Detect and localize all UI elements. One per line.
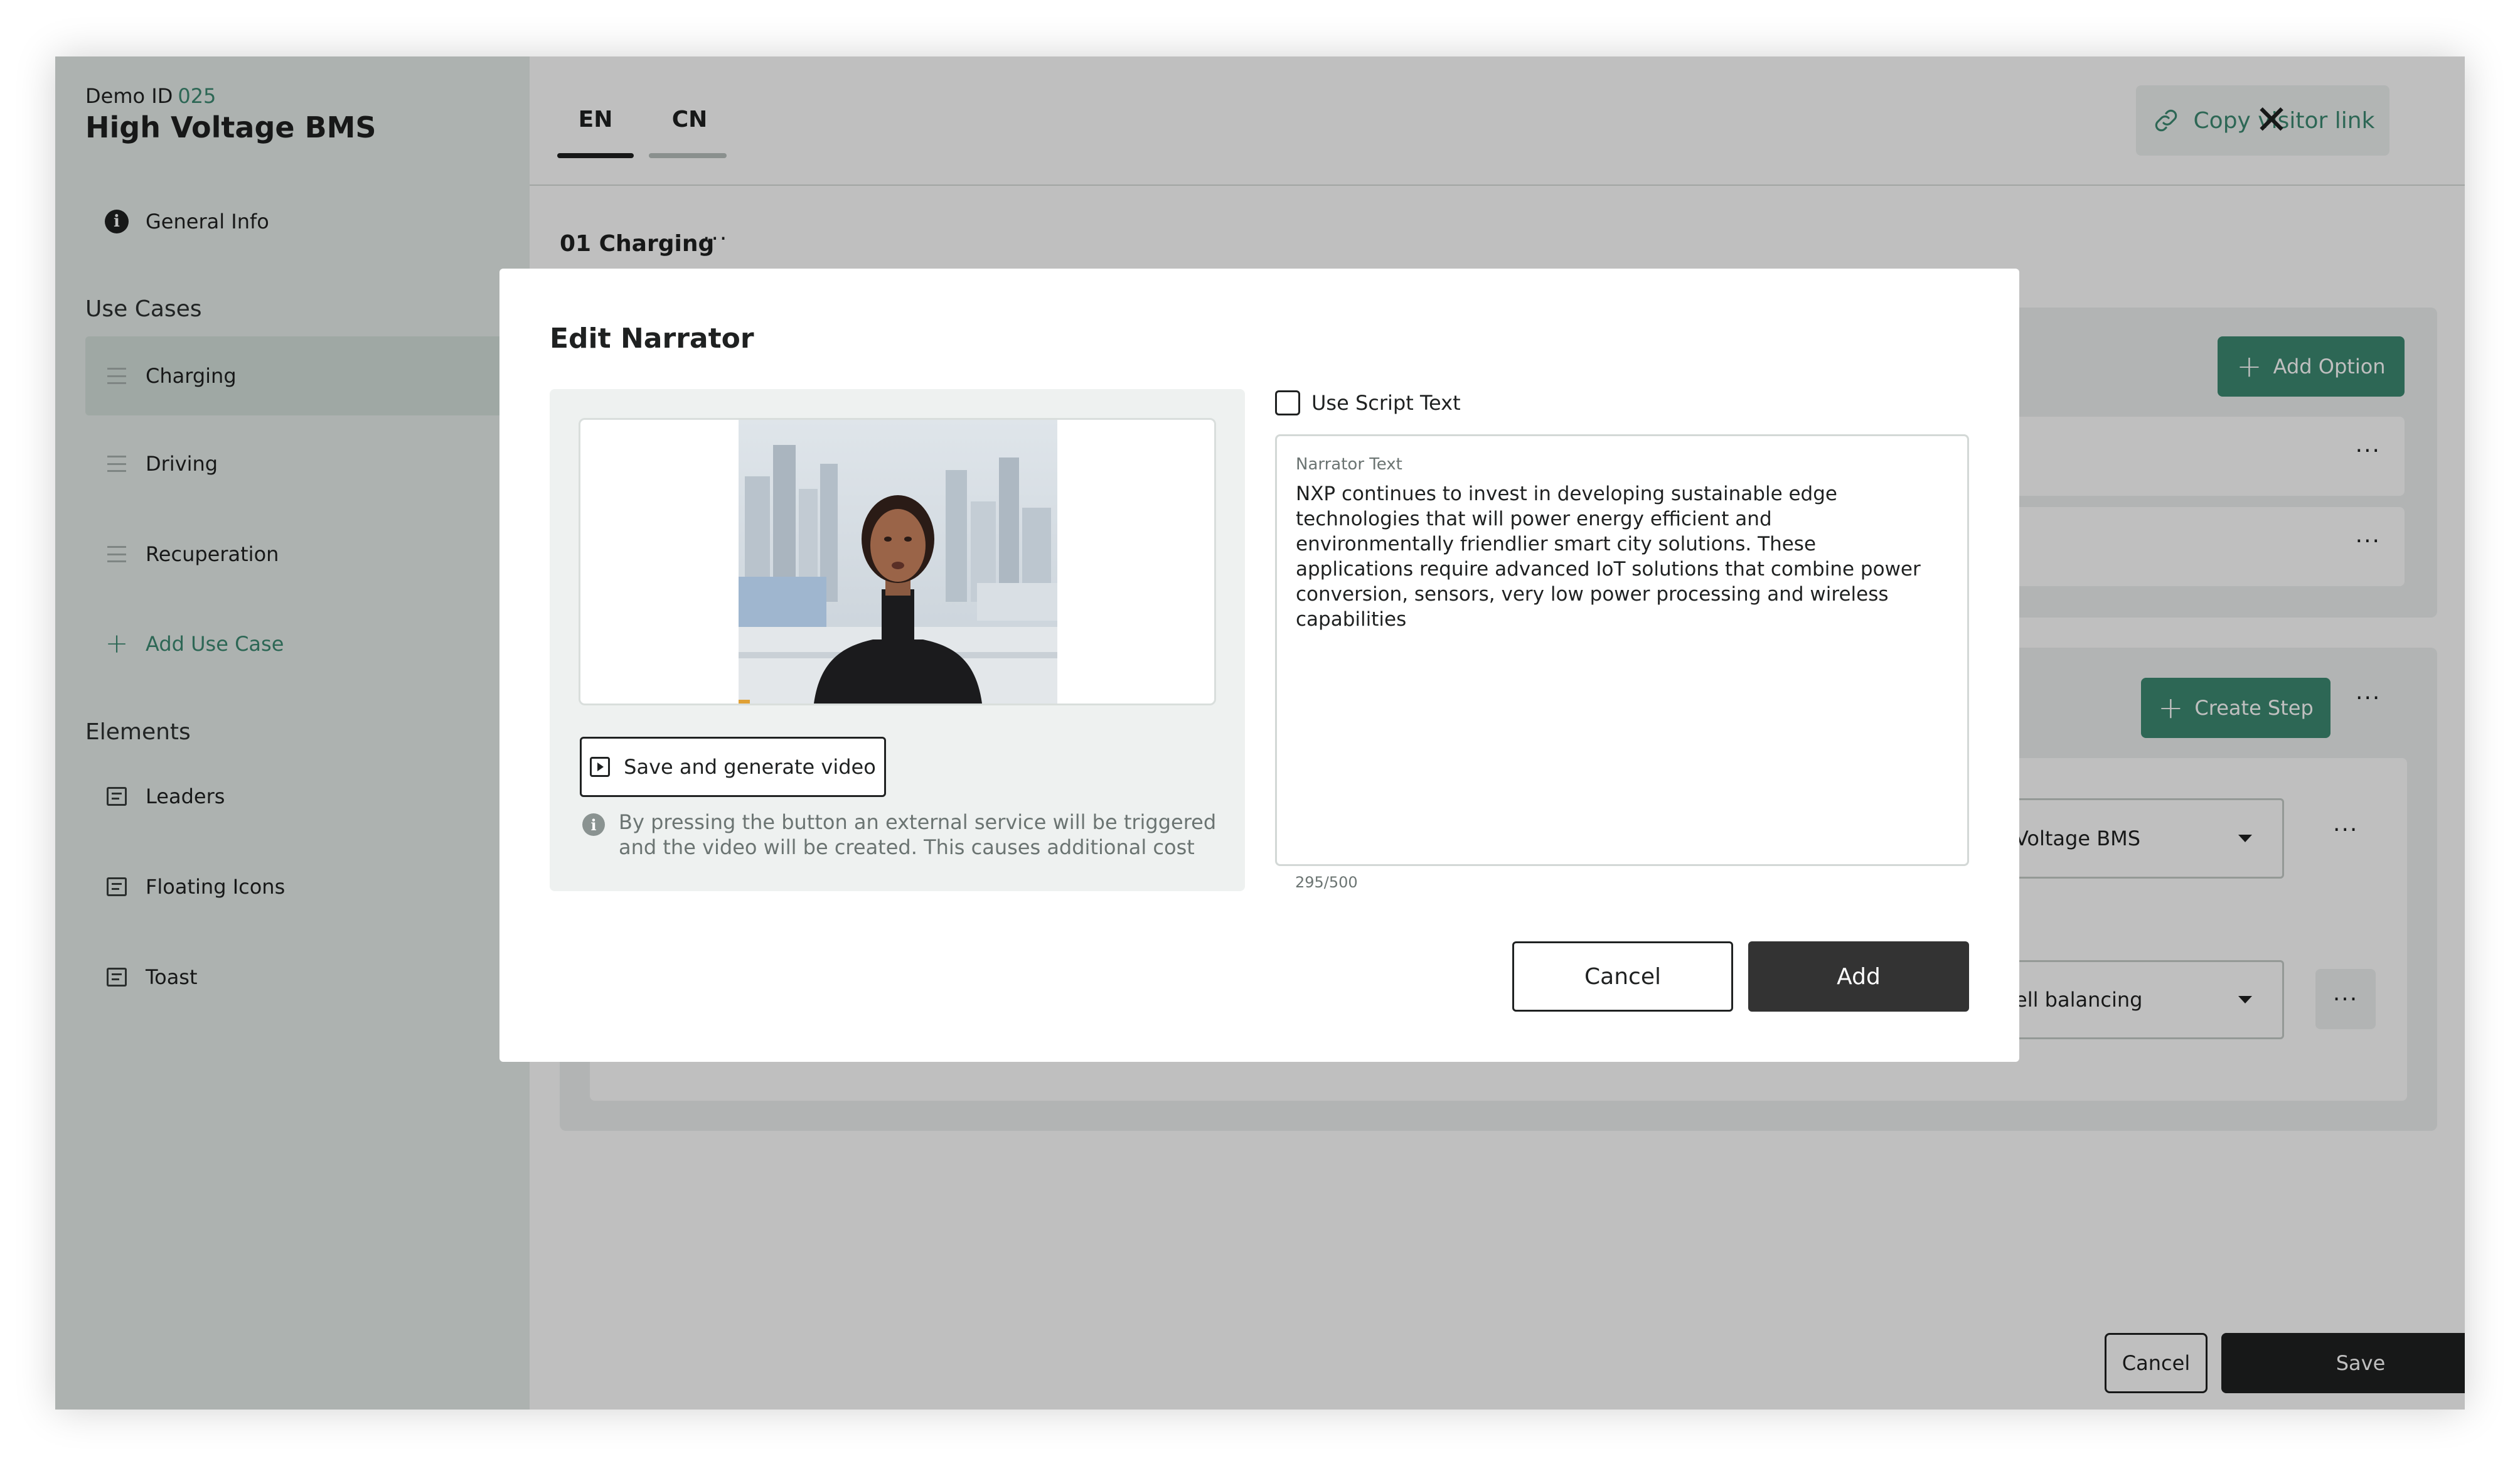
info-icon: i: [582, 813, 605, 836]
use-script-text-option[interactable]: Use Script Text: [1275, 390, 1461, 415]
character-count: 295/500: [1295, 874, 1358, 891]
narrator-text-label: Narrator Text: [1296, 455, 1402, 474]
modal-title: Edit Narrator: [550, 323, 754, 355]
play-icon: [590, 757, 611, 777]
modal-add-button[interactable]: Add: [1748, 941, 1969, 1012]
generate-hint-text: By pressing the button an external servi…: [619, 810, 1217, 859]
save-and-generate-video-button[interactable]: Save and generate video: [580, 737, 886, 797]
video-panel: Save and generate video i By pressing th…: [550, 389, 1245, 891]
narrator-text-value: NXP continues to invest in developing su…: [1296, 483, 1921, 631]
use-script-text-checkbox[interactable]: [1275, 390, 1300, 415]
narrator-video-thumbnail: [739, 420, 1057, 704]
use-script-text-label: Use Script Text: [1311, 391, 1461, 415]
video-preview[interactable]: [579, 418, 1216, 705]
modal-cancel-button[interactable]: Cancel: [1512, 941, 1733, 1012]
narrator-text-field[interactable]: Narrator Text NXP continues to invest in…: [1275, 434, 1969, 866]
save-and-generate-video-label: Save and generate video: [624, 755, 876, 779]
edit-narrator-modal: Edit Narrator Save and generate video i …: [499, 269, 2019, 1062]
